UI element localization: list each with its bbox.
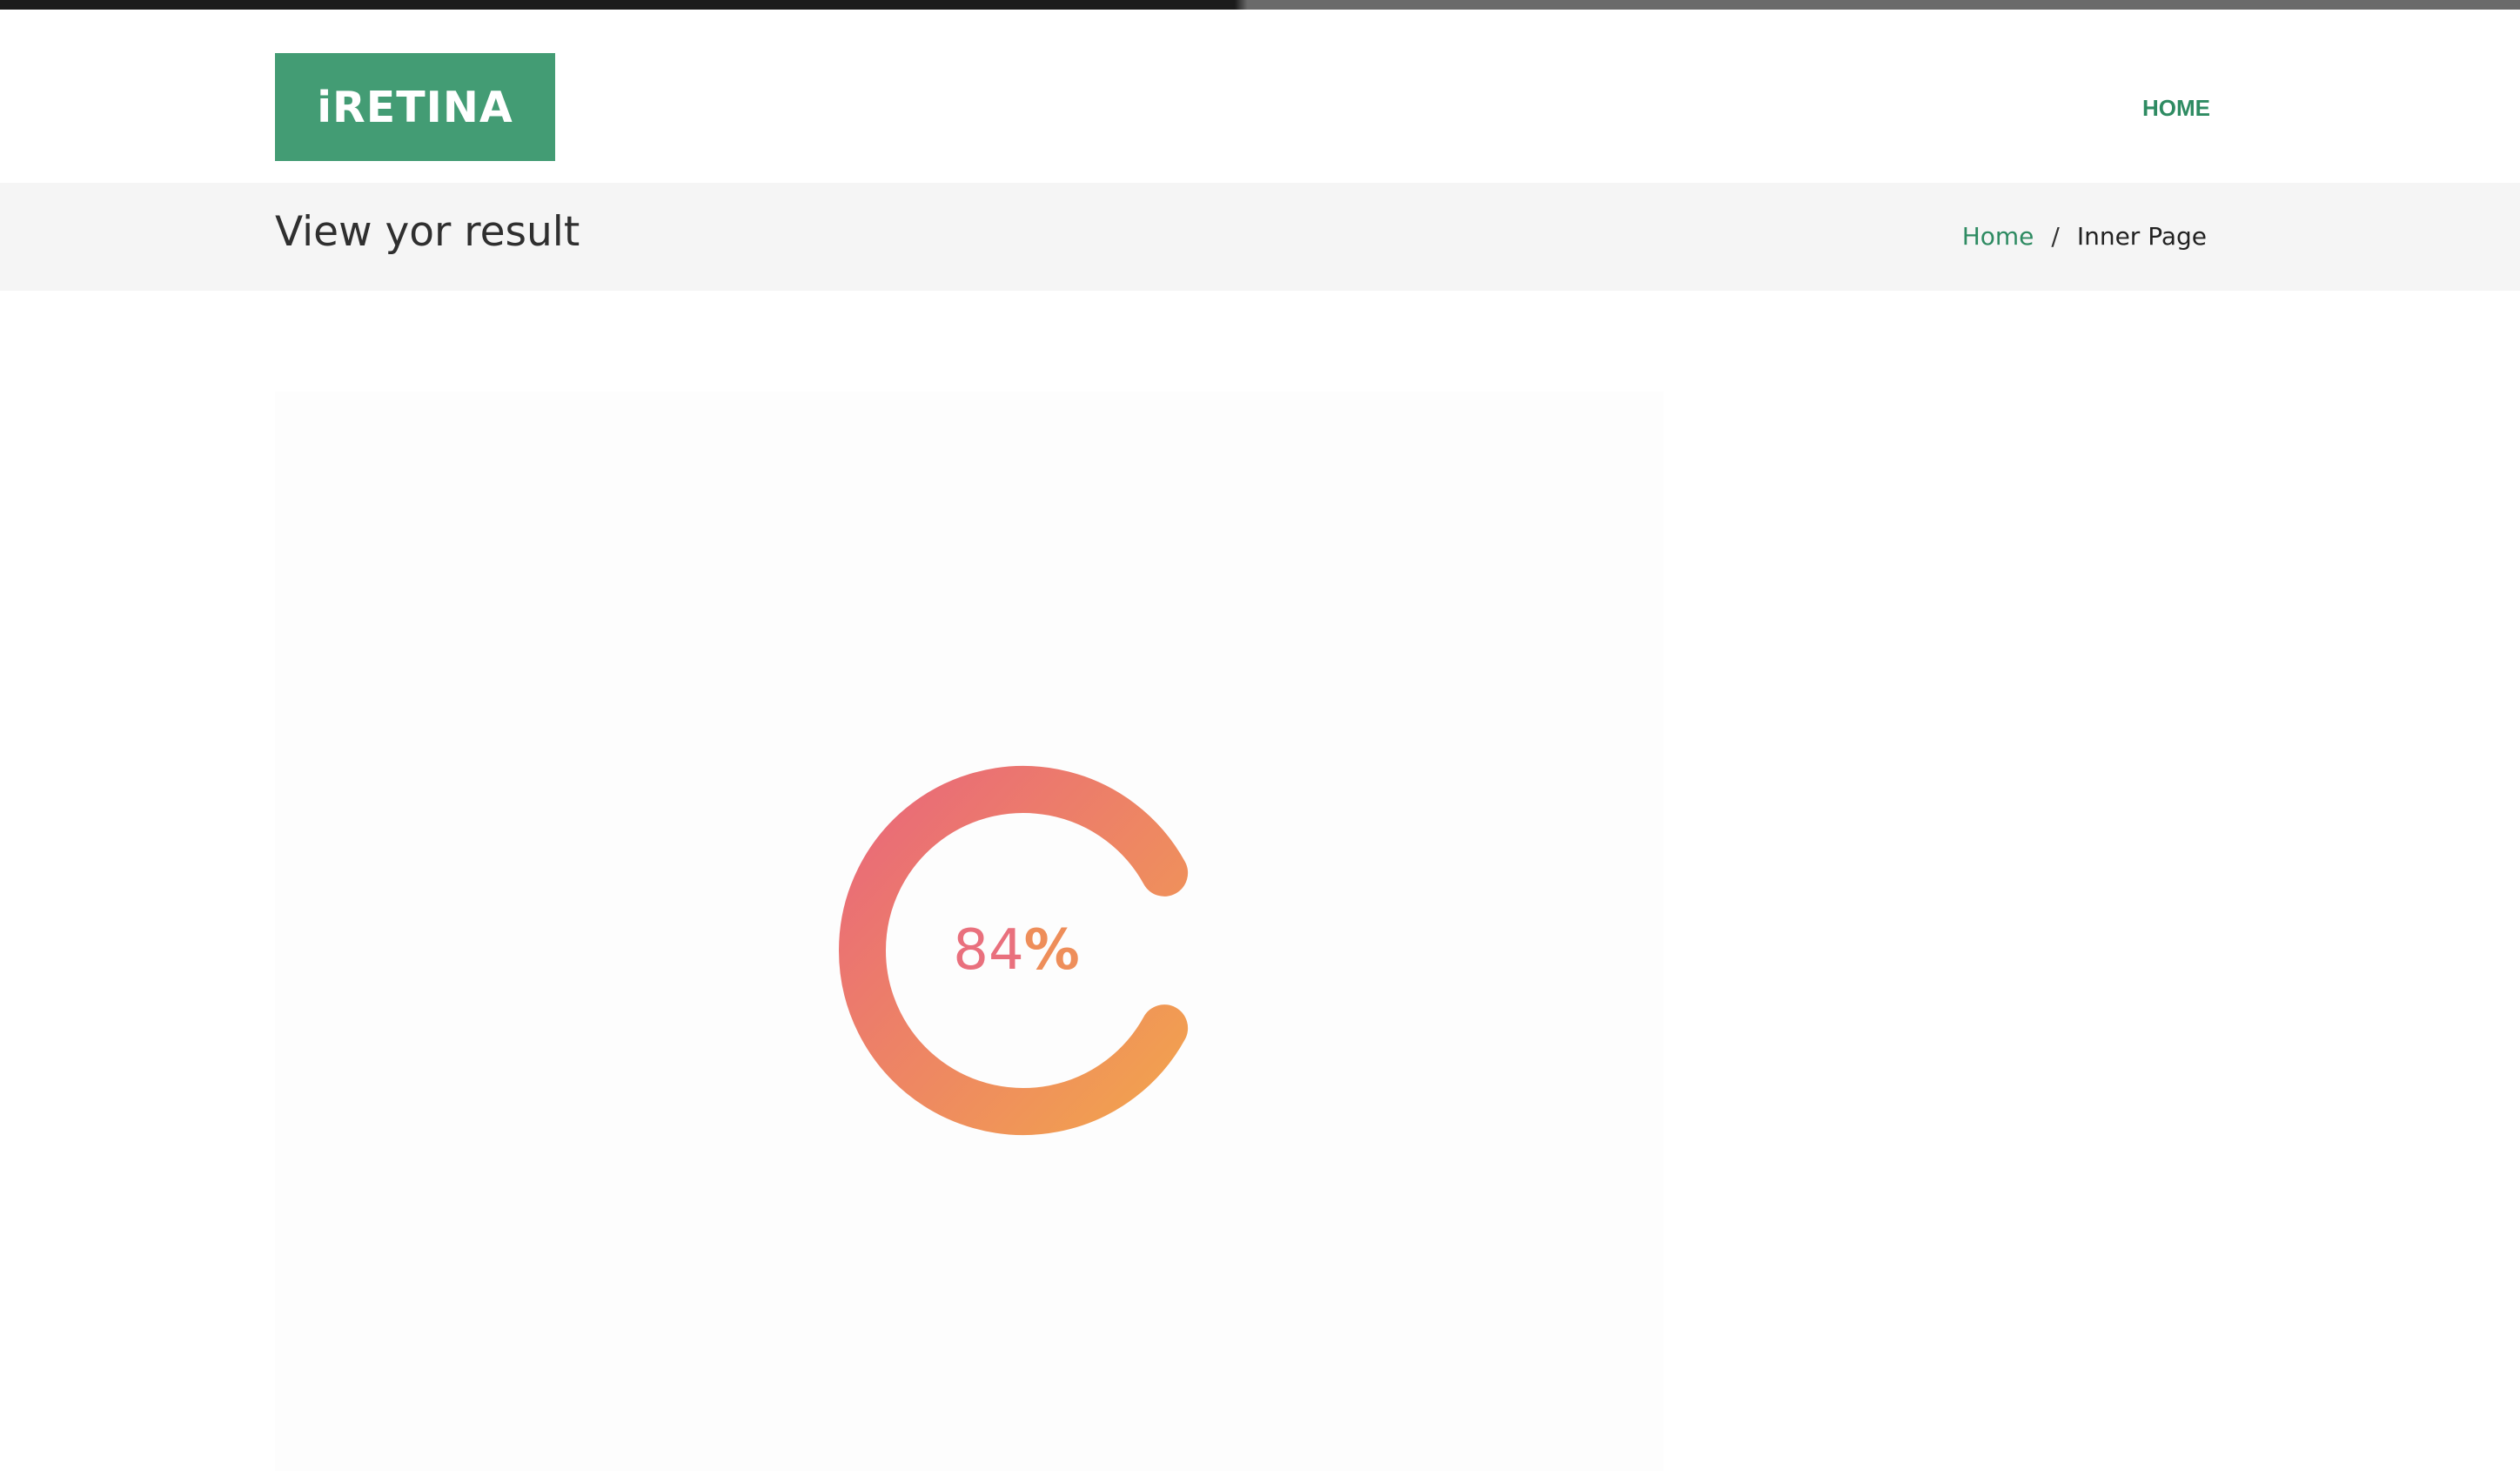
breadcrumb-current: Inner Page	[2076, 222, 2207, 251]
gauge-percent-sign: %	[1023, 918, 1080, 983]
breadcrumb-home-link[interactable]: Home	[1962, 219, 2034, 254]
nav-home-link[interactable]: HOME	[2088, 91, 2210, 125]
breadcrumb-separator: /	[2051, 222, 2060, 251]
site-logo[interactable]: iRETINA	[275, 53, 555, 161]
logo-text: iRETINA	[317, 82, 513, 132]
result-gauge: 84%	[762, 689, 1284, 1212]
page-title: View yor result	[275, 208, 580, 256]
gauge-percent-value: 84	[953, 918, 1024, 983]
result-card: 84%	[275, 392, 1664, 1471]
page-title-bar: View yor result Home / Inner Page	[0, 183, 2520, 291]
breadcrumb: Home / Inner Page	[1962, 219, 2207, 254]
gauge-percent-label: 84%	[762, 689, 1284, 1212]
top-progress-bar	[0, 0, 2520, 10]
site-header: iRETINA HOME	[0, 10, 2520, 183]
